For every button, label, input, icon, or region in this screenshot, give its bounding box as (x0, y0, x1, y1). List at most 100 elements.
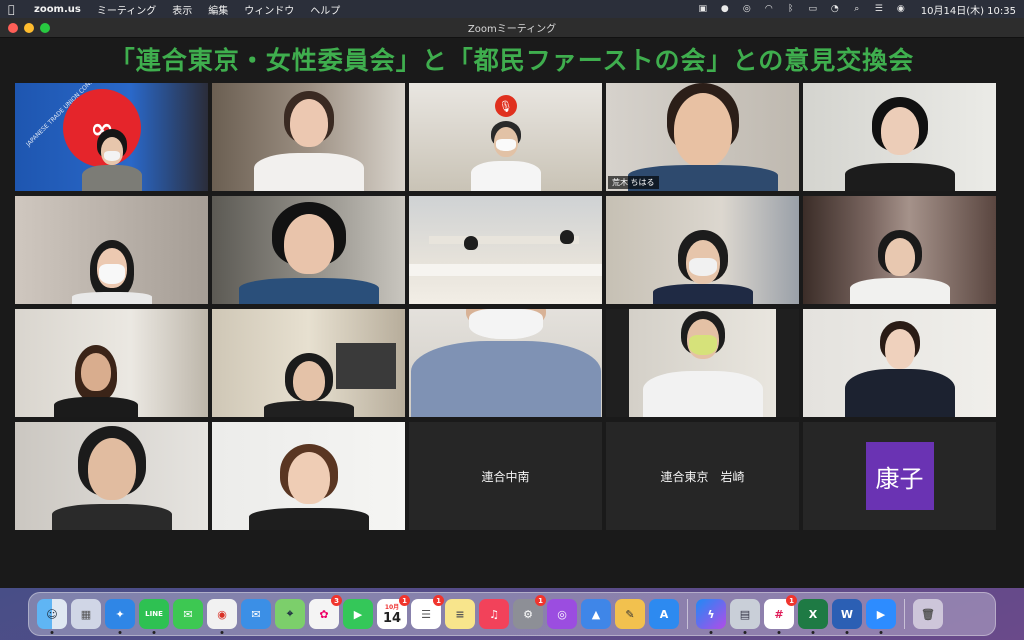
face-mask (688, 258, 717, 276)
participant-video-tile[interactable] (606, 196, 799, 304)
safari-icon[interactable]: ✦ (105, 599, 135, 634)
participant-video-tile[interactable] (15, 309, 208, 417)
notes-icon[interactable]: ≡ (445, 599, 475, 629)
face-mask (98, 264, 125, 284)
participant-video-tile[interactable] (803, 196, 996, 304)
menu-window[interactable]: ウィンドウ (244, 2, 294, 17)
face-mask (468, 309, 543, 339)
participant-video-tile[interactable]: JAPANESE TRADE UNION CONFEDERATION ∞ (15, 83, 208, 191)
siri-icon[interactable]: ◉ (895, 4, 907, 14)
running-indicator (811, 631, 815, 634)
participant-video-tile[interactable] (409, 196, 602, 304)
menu-meeting[interactable]: ミーティング (97, 2, 156, 17)
calendar-icon[interactable]: 10月 14 1 (377, 595, 410, 629)
app-store-icon[interactable]: A (649, 599, 679, 629)
participant-video-tile[interactable] (409, 309, 602, 417)
trash-icon[interactable]: 🗑 (913, 599, 943, 629)
mail-icon[interactable]: ✉ (241, 599, 271, 629)
participant-body (81, 165, 142, 191)
finder-icon[interactable]: ☺ (37, 599, 67, 634)
apple-menu-icon[interactable]:  (8, 3, 22, 16)
participant-face (884, 238, 915, 276)
control-center-icon[interactable]: ☰ (873, 4, 885, 14)
participant-body (248, 508, 369, 530)
participant-face (673, 93, 732, 167)
airplay-tray-icon[interactable]: ◠ (763, 4, 775, 14)
face-mask (688, 335, 717, 355)
participant-face (292, 361, 325, 401)
participant-avatar-tile[interactable]: 康子 (803, 422, 996, 530)
participant-face (283, 214, 334, 274)
participant-body (54, 397, 139, 417)
participant-body (71, 292, 152, 304)
participant-name-label: 荒木 ちはる (608, 176, 659, 189)
menu-view[interactable]: 表示 (172, 2, 192, 17)
running-indicator (879, 631, 883, 634)
window-fullscreen-button[interactable] (40, 22, 50, 33)
participant-face (287, 452, 330, 504)
slack-icon[interactable]: #1 (764, 595, 797, 634)
word-icon[interactable]: W (832, 599, 862, 634)
maps-icon[interactable]: ⌖ (275, 599, 305, 629)
running-indicator (220, 631, 224, 634)
participant-body (51, 504, 172, 530)
creative-cloud-tray-icon[interactable]: ◎ (741, 4, 753, 14)
preview-icon[interactable]: ▤ (730, 599, 760, 634)
wifi-icon[interactable]: ◔ (829, 4, 841, 14)
active-speaker-video-tile[interactable]: 荒木 ちはる (606, 83, 799, 191)
participant-body (263, 401, 354, 417)
participant-video-tile[interactable] (15, 422, 208, 530)
participant-video-tile[interactable] (15, 196, 208, 304)
zoom-app-icon[interactable]: ▶ (866, 599, 896, 634)
messages-icon[interactable]: ✉ (173, 599, 203, 629)
participant-video-tile[interactable] (212, 422, 405, 530)
notification-badge: 1 (786, 595, 797, 606)
zoom-tray-icon[interactable]: ▣ (697, 4, 709, 14)
window-title: Zoomミーティング (467, 24, 557, 35)
messenger-icon[interactable]: ϟ (696, 599, 726, 634)
participant-name-tile[interactable]: 連合東京 岩崎 (606, 422, 799, 530)
wall-poster (336, 343, 396, 389)
menu-bar-tray: ▣ ● ◎ ◠ ᛒ ▭ ◔ ⌕ ☰ ◉ 10月14日(木) 10:35 (697, 2, 1016, 17)
photos-icon[interactable]: ✿ 3 (309, 595, 342, 629)
participant-name-tile[interactable]: 連合中南 (409, 422, 602, 530)
system-preferences-icon[interactable]: ⚙ 1 (513, 595, 546, 629)
keynote-icon[interactable]: ▲ (581, 599, 611, 629)
window-minimize-button[interactable] (24, 22, 34, 33)
gallery-view-grid: JAPANESE TRADE UNION CONFEDERATION ∞ 🎙 (15, 83, 1000, 530)
excel-icon[interactable]: X (798, 599, 828, 634)
launchpad-icon[interactable]: ▦ (71, 599, 101, 629)
line-app-icon[interactable]: LINE (139, 599, 169, 634)
office-desk (409, 264, 602, 276)
window-close-button[interactable] (8, 22, 18, 33)
window-titlebar[interactable]: Zoomミーティング (0, 18, 1024, 38)
line-tray-icon[interactable]: ● (719, 4, 731, 14)
menu-app-name[interactable]: zoom.us (34, 4, 81, 15)
participant-body (470, 161, 541, 191)
participant-video-tile[interactable] (803, 83, 996, 191)
participant-body (844, 163, 955, 191)
participant-video-tile[interactable] (606, 309, 799, 417)
pages-icon[interactable]: ✎ (615, 599, 645, 629)
macos-menu-bar:  zoom.us ミーティング 表示 編集 ウィンドウ ヘルプ ▣ ● ◎ ◠… (0, 0, 1024, 18)
participant-face (880, 107, 919, 155)
participant-face (289, 99, 328, 147)
participant-video-tile[interactable]: 🎙 (409, 83, 602, 191)
bluetooth-icon[interactable]: ᛒ (785, 4, 797, 14)
battery-icon[interactable]: ▭ (807, 4, 819, 14)
running-indicator (50, 631, 54, 634)
menu-help[interactable]: ヘルプ (310, 2, 340, 17)
participant-video-tile[interactable] (212, 309, 405, 417)
music-icon[interactable]: ♫ (479, 599, 509, 629)
participant-body (844, 369, 955, 417)
reminders-icon[interactable]: ☰ 1 (411, 595, 444, 629)
facetime-icon[interactable]: ▶ (343, 599, 373, 629)
participant-video-tile[interactable] (212, 196, 405, 304)
chrome-icon[interactable]: ◉ (207, 599, 237, 634)
menu-bar-clock[interactable]: 10月14日(木) 10:35 (921, 2, 1016, 17)
spotlight-search-icon[interactable]: ⌕ (851, 4, 863, 14)
menu-edit[interactable]: 編集 (208, 2, 228, 17)
podcasts-icon[interactable]: ◎ (547, 599, 577, 629)
participant-video-tile[interactable] (212, 83, 405, 191)
participant-video-tile[interactable] (803, 309, 996, 417)
